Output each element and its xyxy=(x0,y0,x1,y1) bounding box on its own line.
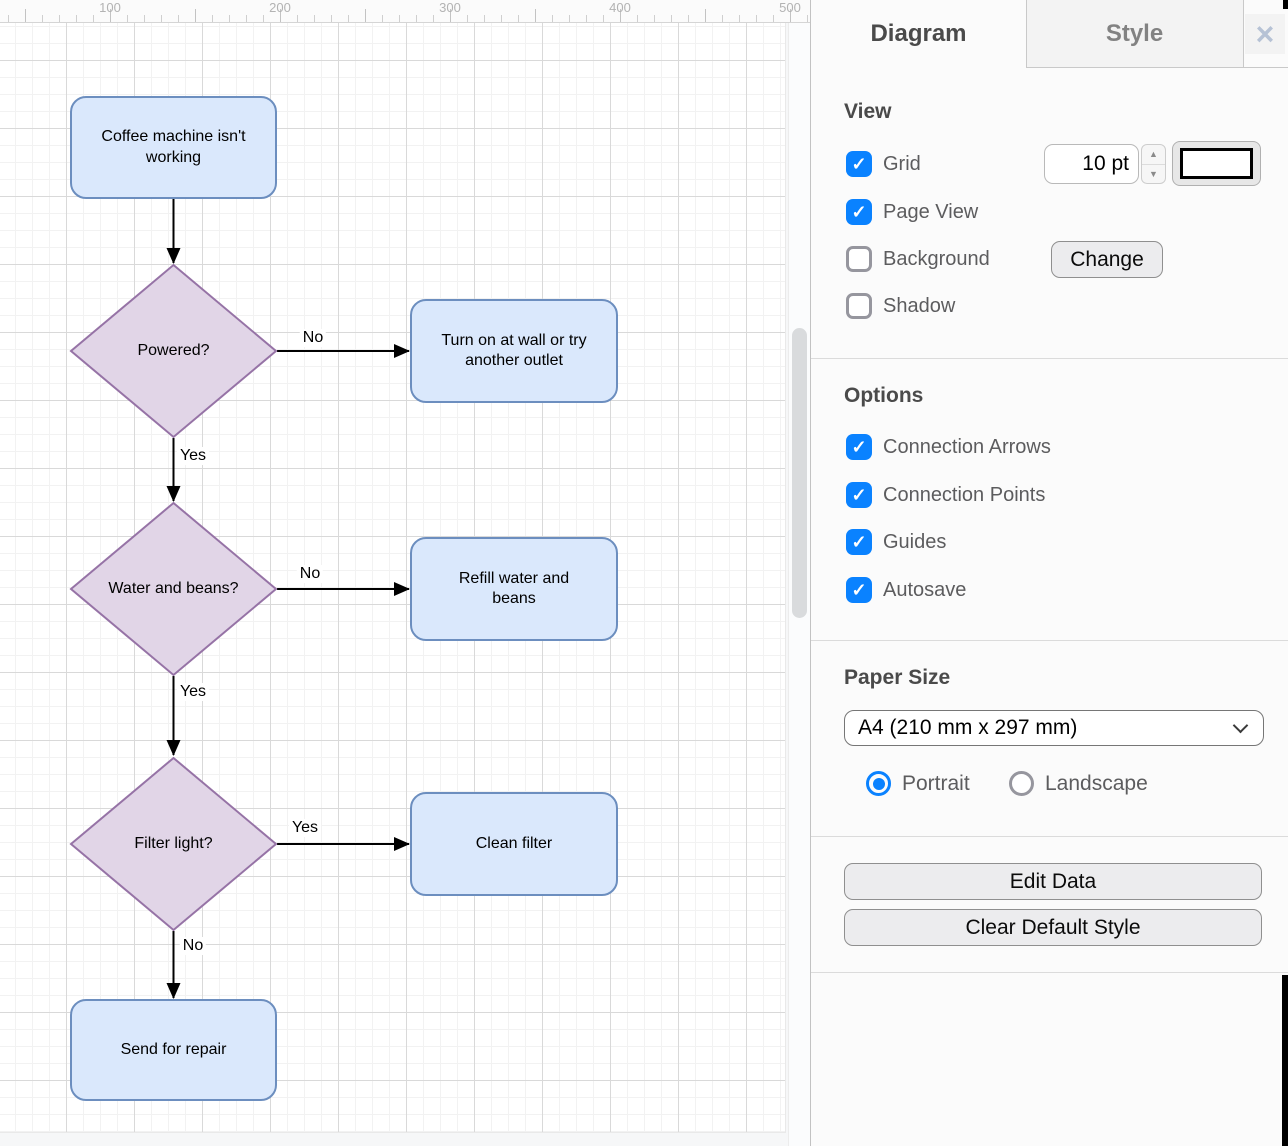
portrait-label: Portrait xyxy=(902,771,970,796)
horizontal-ruler: 100 200 300 400 500 xyxy=(0,0,810,23)
landscape-radio[interactable] xyxy=(1009,771,1034,796)
ruler-major-ticks xyxy=(0,9,810,22)
node-water-label: Water and beans? xyxy=(66,503,281,675)
panel-tabbar: Diagram Style × xyxy=(811,0,1288,68)
autosave-checkbox[interactable]: ✓ xyxy=(846,577,872,603)
ruler-label: 300 xyxy=(439,0,461,15)
grid-label: Grid xyxy=(883,151,921,177)
grid-size-input[interactable] xyxy=(1044,144,1139,184)
ruler-label: 400 xyxy=(609,0,631,15)
shadow-label: Shadow xyxy=(883,293,955,319)
paper-size-heading: Paper Size xyxy=(844,666,950,690)
edge-label-filter-yes[interactable]: Yes xyxy=(289,819,321,837)
canvas-vertical-scrollbar-track[interactable] xyxy=(788,23,810,1146)
section-divider xyxy=(811,640,1288,641)
edge-label-powered-yes[interactable]: Yes xyxy=(177,447,209,465)
connection-arrows-checkbox[interactable]: ✓ xyxy=(846,434,872,460)
background-label: Background xyxy=(883,246,990,272)
page-view-label: Page View xyxy=(883,199,978,225)
landscape-label: Landscape xyxy=(1045,771,1148,796)
ruler-label: 500 xyxy=(779,0,801,15)
section-divider xyxy=(811,972,1288,973)
tab-diagram[interactable]: Diagram xyxy=(811,0,1026,68)
stepper-up-icon[interactable]: ▲ xyxy=(1142,145,1165,165)
node-start-label: Coffee machine isn't working xyxy=(71,97,276,198)
node-outlet-label: Turn on at wall or try another outlet xyxy=(411,300,617,402)
tab-style[interactable]: Style xyxy=(1026,0,1243,68)
node-filter-label: Filter light? xyxy=(71,758,276,930)
autosave-label: Autosave xyxy=(883,577,966,603)
change-background-button[interactable]: Change xyxy=(1051,241,1163,278)
node-repair-label: Send for repair xyxy=(71,1000,276,1100)
node-powered-label: Powered? xyxy=(71,265,276,437)
checkmark-icon: ✓ xyxy=(851,203,866,221)
options-heading: Options xyxy=(844,384,923,408)
panel-scrollbar-fragment[interactable] xyxy=(1283,0,1288,9)
clear-default-style-button[interactable]: Clear Default Style xyxy=(844,909,1262,946)
paper-size-select[interactable]: A4 (210 mm x 297 mm) xyxy=(844,710,1264,746)
section-divider xyxy=(811,358,1288,359)
background-checkbox[interactable] xyxy=(846,246,872,272)
node-refill-label: Refill water and beans xyxy=(411,538,617,640)
canvas-vertical-scrollbar-thumb[interactable] xyxy=(792,328,807,618)
format-panel: Diagram Style × View ✓ Grid ▲ ▼ ✓ Page V… xyxy=(810,0,1288,1146)
checkmark-icon: ✓ xyxy=(851,438,866,456)
tabbar-underline xyxy=(1026,67,1288,68)
canvas-pane: Coffee machine isn't working Powered? Tu… xyxy=(0,0,810,1146)
panel-scrollbar-thumb[interactable] xyxy=(1282,975,1288,1146)
drawio-app: Coffee machine isn't working Powered? Tu… xyxy=(0,0,1288,1146)
paper-size-value: A4 (210 mm x 297 mm) xyxy=(858,716,1077,740)
edge-label-powered-no[interactable]: No xyxy=(300,329,326,347)
ruler-label: 100 xyxy=(99,0,121,15)
edge-label-water-no[interactable]: No xyxy=(297,565,323,583)
connection-arrows-label: Connection Arrows xyxy=(883,434,1051,460)
edit-data-button[interactable]: Edit Data xyxy=(844,863,1262,900)
page-view-checkbox[interactable]: ✓ xyxy=(846,199,872,225)
checkmark-icon: ✓ xyxy=(851,533,866,551)
node-clean-label: Clean filter xyxy=(411,793,617,895)
checkmark-icon: ✓ xyxy=(851,155,866,173)
close-icon[interactable]: × xyxy=(1245,14,1285,54)
tab-separator xyxy=(1026,0,1027,68)
portrait-radio[interactable] xyxy=(866,771,891,796)
shadow-checkbox[interactable] xyxy=(846,293,872,319)
section-divider xyxy=(811,836,1288,837)
grid-size-stepper[interactable]: ▲ ▼ xyxy=(1141,144,1166,184)
grid-checkbox[interactable]: ✓ xyxy=(846,151,872,177)
edge-label-filter-no[interactable]: No xyxy=(180,937,206,955)
tab-separator xyxy=(1243,0,1244,68)
chevron-down-icon xyxy=(1233,718,1249,734)
connection-points-label: Connection Points xyxy=(883,482,1045,508)
grid-color-swatch[interactable] xyxy=(1172,141,1261,186)
stepper-down-icon[interactable]: ▼ xyxy=(1142,165,1165,184)
grid-color-value xyxy=(1180,148,1253,179)
connection-points-checkbox[interactable]: ✓ xyxy=(846,482,872,508)
ruler-label: 200 xyxy=(269,0,291,15)
guides-checkbox[interactable]: ✓ xyxy=(846,529,872,555)
view-heading: View xyxy=(844,100,891,124)
guides-label: Guides xyxy=(883,529,946,555)
checkmark-icon: ✓ xyxy=(851,486,866,504)
checkmark-icon: ✓ xyxy=(851,581,866,599)
edge-label-water-yes[interactable]: Yes xyxy=(177,683,209,701)
